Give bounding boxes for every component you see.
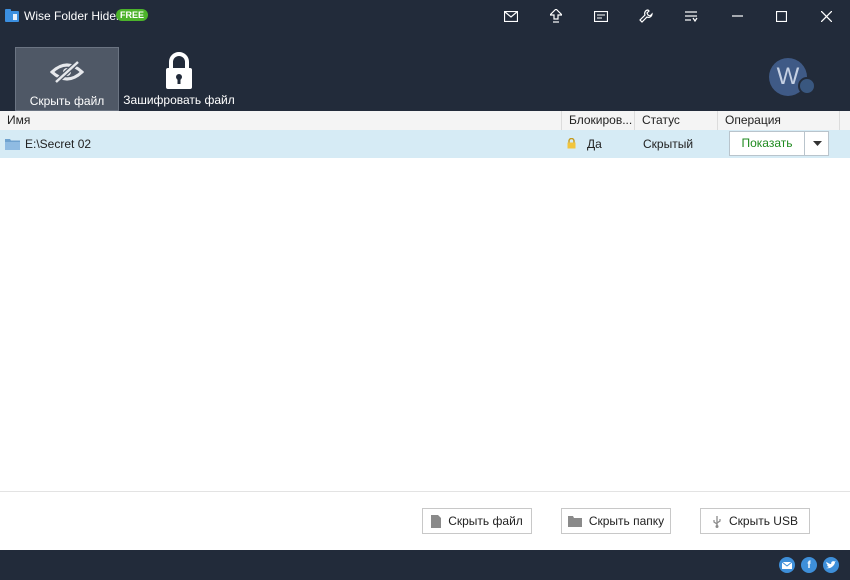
mail-icon[interactable] xyxy=(501,6,521,26)
column-header-status[interactable]: Статус xyxy=(635,111,718,130)
folder-icon xyxy=(5,139,20,150)
minimize-button[interactable] xyxy=(715,0,759,32)
hide-file-tool[interactable]: Скрыть файл xyxy=(15,47,119,111)
padlock-icon xyxy=(120,51,238,91)
usb-icon xyxy=(713,515,721,528)
hidden-eye-icon xyxy=(16,52,118,92)
app-logo-icon xyxy=(5,9,19,22)
hide-folder-button[interactable]: Скрыть папку xyxy=(561,508,671,534)
file-icon xyxy=(431,514,442,528)
main-toolbar: Скрыть файл Зашифровать файл W xyxy=(0,32,850,111)
close-button[interactable] xyxy=(804,0,848,32)
row-name: E:\Secret 02 xyxy=(25,137,92,151)
encrypt-file-tool-label: Зашифровать файл xyxy=(123,93,235,107)
show-split-button: Показать xyxy=(729,131,829,156)
hide-folder-button-label: Скрыть папку xyxy=(588,514,665,528)
twitter-icon[interactable] xyxy=(823,557,839,573)
operation-dropdown-button[interactable] xyxy=(804,132,829,155)
table-header: Имя Блокиров... Статус Операция xyxy=(0,111,850,131)
column-header-locked[interactable]: Блокиров... xyxy=(562,111,635,130)
table-row[interactable]: E:\Secret 02 Да Скрытый xyxy=(0,130,850,158)
maximize-button[interactable] xyxy=(759,0,803,32)
encrypt-file-tool[interactable]: Зашифровать файл xyxy=(120,47,238,111)
hide-file-button[interactable]: Скрыть файл xyxy=(422,508,532,534)
folder-icon xyxy=(567,515,582,527)
app-title: Wise Folder Hider xyxy=(24,9,121,23)
row-locked: Да xyxy=(587,137,602,151)
settings-icon[interactable] xyxy=(636,6,656,26)
column-header-operation[interactable]: Операция xyxy=(718,111,840,130)
hide-usb-button[interactable]: Скрыть USB xyxy=(700,508,810,534)
feedback-icon[interactable] xyxy=(591,6,611,26)
hide-usb-button-label: Скрыть USB xyxy=(729,514,798,528)
row-status: Скрытый xyxy=(643,137,694,151)
hide-file-tool-label: Скрыть файл xyxy=(29,94,105,108)
footer-bar xyxy=(0,550,850,580)
avatar-status-dot xyxy=(798,77,816,95)
chevron-down-icon xyxy=(812,141,822,146)
menu-icon[interactable] xyxy=(681,6,701,26)
email-icon[interactable] xyxy=(779,557,795,573)
upgrade-icon[interactable] xyxy=(546,6,566,26)
facebook-icon[interactable]: f xyxy=(801,557,817,573)
column-header-name[interactable]: Имя xyxy=(0,111,562,130)
lock-icon xyxy=(567,138,576,149)
show-button[interactable]: Показать xyxy=(730,132,804,155)
bottom-divider xyxy=(0,491,850,492)
free-badge: FREE xyxy=(116,9,149,21)
title-bar: Wise Folder Hider FREE xyxy=(0,0,850,32)
hide-file-button-label: Скрыть файл xyxy=(448,514,523,528)
